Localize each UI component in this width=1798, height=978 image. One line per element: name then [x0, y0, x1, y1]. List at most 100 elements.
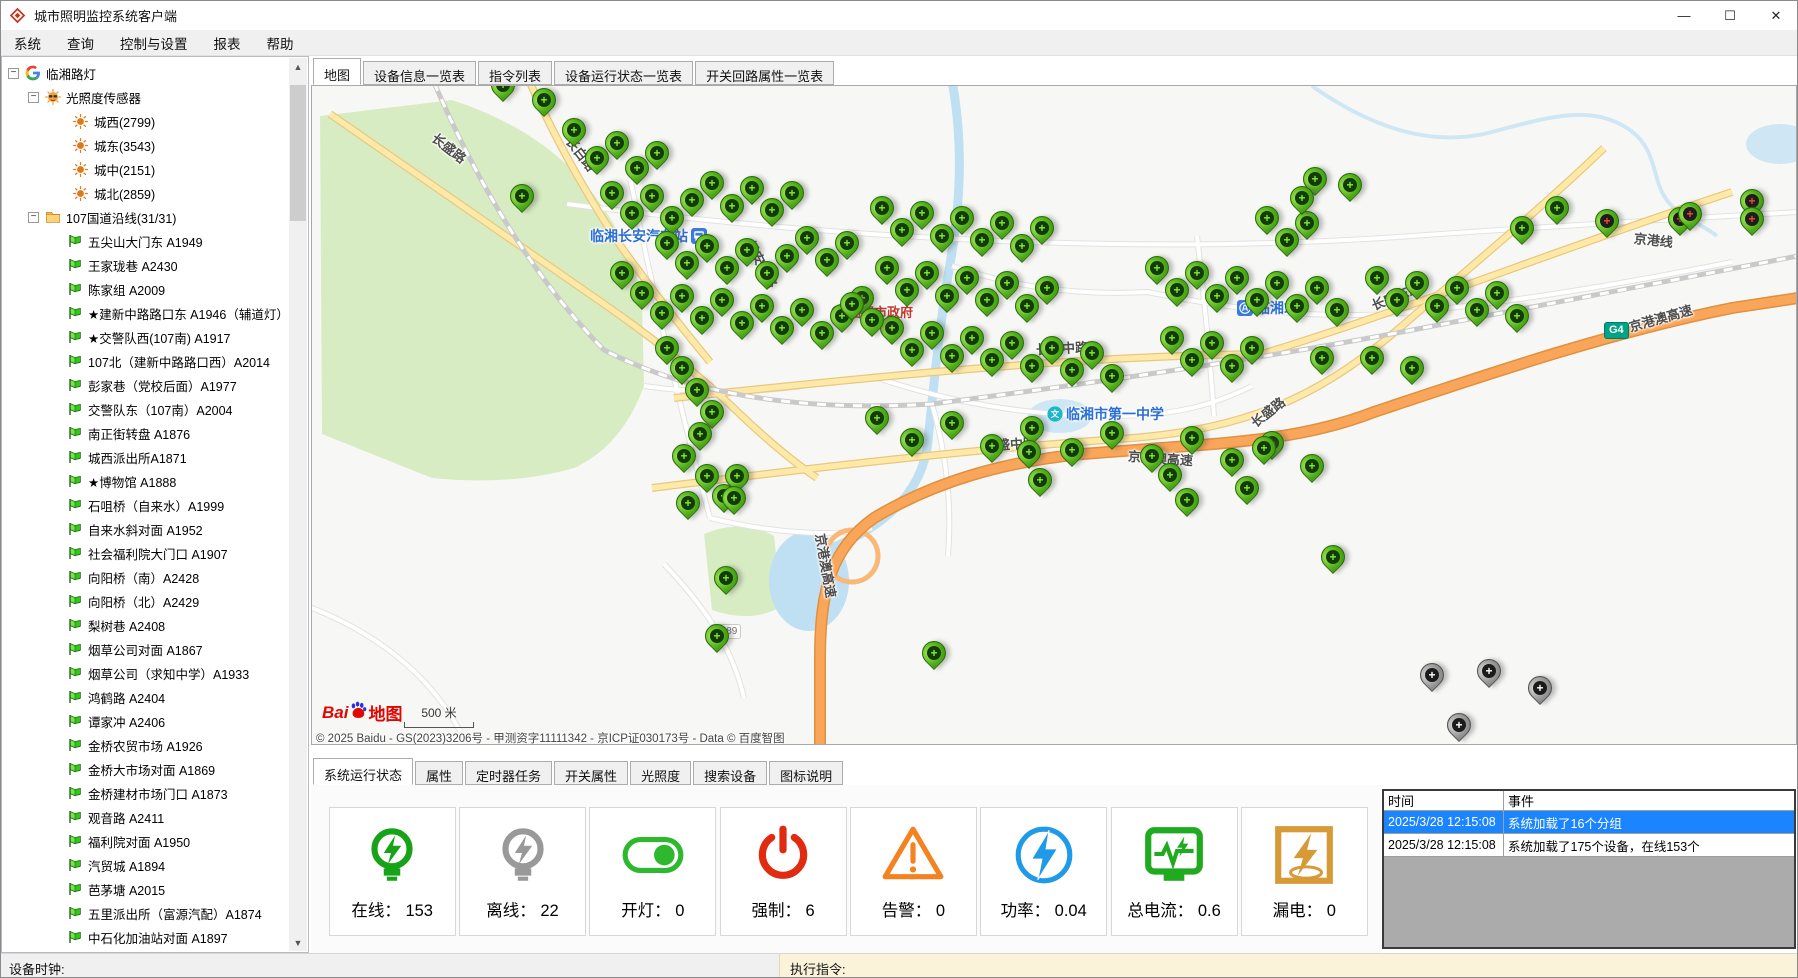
event-time-cell: 2025/3/28 12:15:08 — [1384, 834, 1504, 856]
pin-body-icon: + — [1320, 293, 1354, 327]
menu-bar: 系统查询控制与设置报表帮助 — [1, 30, 1798, 56]
tree-device-item[interactable]: 向阳桥（南）A2428 — [2, 565, 291, 589]
tree-device-item[interactable]: 梨树巷 A2408 — [2, 613, 291, 637]
tab-设备运行状态一览表[interactable]: 设备运行状态一览表 — [554, 61, 693, 85]
menu-item-系统[interactable]: 系统 — [1, 30, 54, 55]
menu-item-控制与设置[interactable]: 控制与设置 — [107, 30, 201, 55]
tree-device-item[interactable]: 烟草公司（求知中学）A1933 — [2, 661, 291, 685]
close-button[interactable]: ✕ — [1753, 1, 1798, 30]
tree-device-item[interactable]: 观音路 A2411 — [2, 805, 291, 829]
flag-icon — [66, 761, 83, 778]
tree-device-item[interactable]: 城西派出所A1871 — [2, 445, 291, 469]
pin-plus-icon: + — [1600, 214, 1614, 228]
tree-device-item[interactable]: 五尖山大门东 A1949 — [2, 229, 291, 253]
tree-device-item[interactable]: 自来水斜对面 A1952 — [2, 517, 291, 541]
tree-device-item[interactable]: 彭家巷（党校后面）A1977 — [2, 373, 291, 397]
tree-device-item[interactable]: 汽贸城 A1894 — [2, 853, 291, 877]
pin-plus-icon: + — [700, 469, 714, 483]
pin-plus-icon: + — [650, 146, 664, 160]
collapse-toggle-icon[interactable]: − — [28, 92, 39, 103]
tree-device-item[interactable]: ★博物馆 A1888 — [2, 469, 291, 493]
event-log-row[interactable]: 2025/3/28 12:15:08系统加载了16个分组 — [1384, 811, 1794, 834]
pin-plus-icon: + — [895, 223, 909, 237]
pin-plus-icon: + — [1470, 303, 1484, 317]
pin-body-icon: + — [1500, 299, 1534, 333]
tree-sensor-item[interactable]: 城西(2799) — [2, 109, 291, 133]
tree-device-item[interactable]: 107北（建新中路路口西）A2014 — [2, 349, 291, 373]
flag-icon — [66, 521, 83, 538]
maximize-button[interactable]: ☐ — [1707, 1, 1753, 30]
tree-device-item[interactable]: 福利院对面 A1950 — [2, 829, 291, 853]
pin-plus-icon: + — [955, 211, 969, 225]
pin-plus-icon: + — [1430, 299, 1444, 313]
tree-device-item[interactable]: 交警队东（107南）A2004 — [2, 397, 291, 421]
pin-plus-icon: + — [1490, 286, 1504, 300]
tree-device-item[interactable]: 金桥大市场对面 A1869 — [2, 757, 291, 781]
collapse-toggle-icon[interactable]: − — [28, 212, 39, 223]
tree-item-label: 陈家组 A2009 — [88, 280, 165, 299]
tree-device-item[interactable]: 芭茅塘 A2015 — [2, 877, 291, 901]
menu-item-报表[interactable]: 报表 — [201, 30, 254, 55]
pin-plus-icon: + — [685, 193, 699, 207]
tree-group-devices[interactable]: −107国道沿线(31/31) — [2, 205, 291, 229]
tree-device-item[interactable]: 金桥建材市场门口 A1873 — [2, 781, 291, 805]
minimize-button[interactable]: — — [1661, 1, 1707, 30]
tree-device-item[interactable]: ★交警队西(107南) A1917 — [2, 325, 291, 349]
pin-plus-icon: + — [1452, 718, 1466, 732]
map-canvas[interactable]: 长盛路长白路长安南路长安中路长安东路长盛中路长盛路京港线京港澳高速京港澳高速京港… — [311, 85, 1797, 745]
tree-device-item[interactable]: 社会福利院大门口 A1907 — [2, 541, 291, 565]
flag-icon — [66, 281, 83, 298]
tree-device-item[interactable]: ★建新中路路口东 A1946（辅道灯） — [2, 301, 291, 325]
tab-定时器任务[interactable]: 定时器任务 — [465, 761, 552, 785]
menu-item-帮助[interactable]: 帮助 — [254, 30, 307, 55]
tree-root[interactable]: −临湘路灯 — [2, 61, 291, 85]
tree-device-item[interactable]: 五里派出所（富源汽配）A1874 — [2, 901, 291, 925]
flag-icon — [66, 689, 83, 706]
tree-sensor-item[interactable]: 城中(2151) — [2, 157, 291, 181]
tree-sensor-item[interactable]: 城东(3543) — [2, 133, 291, 157]
baidu-paw-icon — [348, 700, 368, 725]
flag-icon — [66, 641, 83, 658]
tree-device-item[interactable]: 南正街转盘 A1876 — [2, 421, 291, 445]
tab-开关回路属性一览表[interactable]: 开关回路属性一览表 — [695, 61, 834, 85]
pin-plus-icon: + — [925, 326, 939, 340]
tree-device-item[interactable]: 向阳桥（北）A2429 — [2, 589, 291, 613]
menu-item-查询[interactable]: 查询 — [54, 30, 107, 55]
tree-device-item[interactable]: 中石化加油站对面 A1897 — [2, 925, 291, 949]
tab-搜索设备[interactable]: 搜索设备 — [693, 761, 767, 785]
map-attribution: © 2025 Baidu - GS(2023)3206号 - 甲测资字11111… — [316, 730, 785, 745]
pin-body-icon: + — [557, 113, 591, 147]
flag-icon — [66, 905, 83, 922]
flag-icon — [66, 257, 83, 274]
event-log-row[interactable]: 2025/3/28 12:15:08系统加载了175个设备，在线153个 — [1384, 834, 1794, 857]
scroll-thumb[interactable] — [290, 85, 306, 221]
tab-指令列表[interactable]: 指令列表 — [478, 61, 552, 85]
tree-device-item[interactable]: 王家珑巷 A2430 — [2, 253, 291, 277]
pin-plus-icon: + — [1250, 293, 1264, 307]
tree-device-item[interactable]: 石咀桥（自来水）A1999 — [2, 493, 291, 517]
tab-开关属性[interactable]: 开关属性 — [554, 761, 628, 785]
pin-plus-icon: + — [1025, 421, 1039, 435]
scroll-down-icon[interactable]: ▼ — [289, 934, 307, 951]
pin-plus-icon: + — [935, 229, 949, 243]
tab-地图[interactable]: 地图 — [313, 58, 361, 85]
tree-device-item[interactable]: 陈家组 A2009 — [2, 277, 291, 301]
scroll-up-icon[interactable]: ▲ — [289, 58, 307, 75]
tree-device-item[interactable]: 谭家冲 A2406 — [2, 709, 291, 733]
tree-device-item[interactable]: 金桥农贸市场 A1926 — [2, 733, 291, 757]
tree-group-sensors[interactable]: −光照度传感器 — [2, 85, 291, 109]
ammeter-icon — [1141, 822, 1207, 888]
tree-sensor-item[interactable]: 城北(2859) — [2, 181, 291, 205]
collapse-toggle-icon[interactable]: − — [8, 68, 19, 79]
tree-device-item[interactable]: 烟草公司对面 A1867 — [2, 637, 291, 661]
tab-属性[interactable]: 属性 — [415, 761, 463, 785]
tab-设备信息一览表[interactable]: 设备信息一览表 — [363, 61, 476, 85]
map-tabstrip: 地图设备信息一览表指令列表设备运行状态一览表开关回路属性一览表 — [313, 58, 836, 85]
tab-光照度[interactable]: 光照度 — [630, 761, 691, 785]
tab-系统运行状态[interactable]: 系统运行状态 — [313, 758, 413, 785]
tree-device-item[interactable]: 鸿鹤路 A2404 — [2, 685, 291, 709]
tab-图标说明[interactable]: 图标说明 — [769, 761, 843, 785]
pin-plus-icon: + — [940, 289, 954, 303]
status-card-开灯: 开灯： 0 — [589, 807, 716, 936]
tree-scrollbar[interactable]: ▲ ▼ — [289, 58, 307, 951]
